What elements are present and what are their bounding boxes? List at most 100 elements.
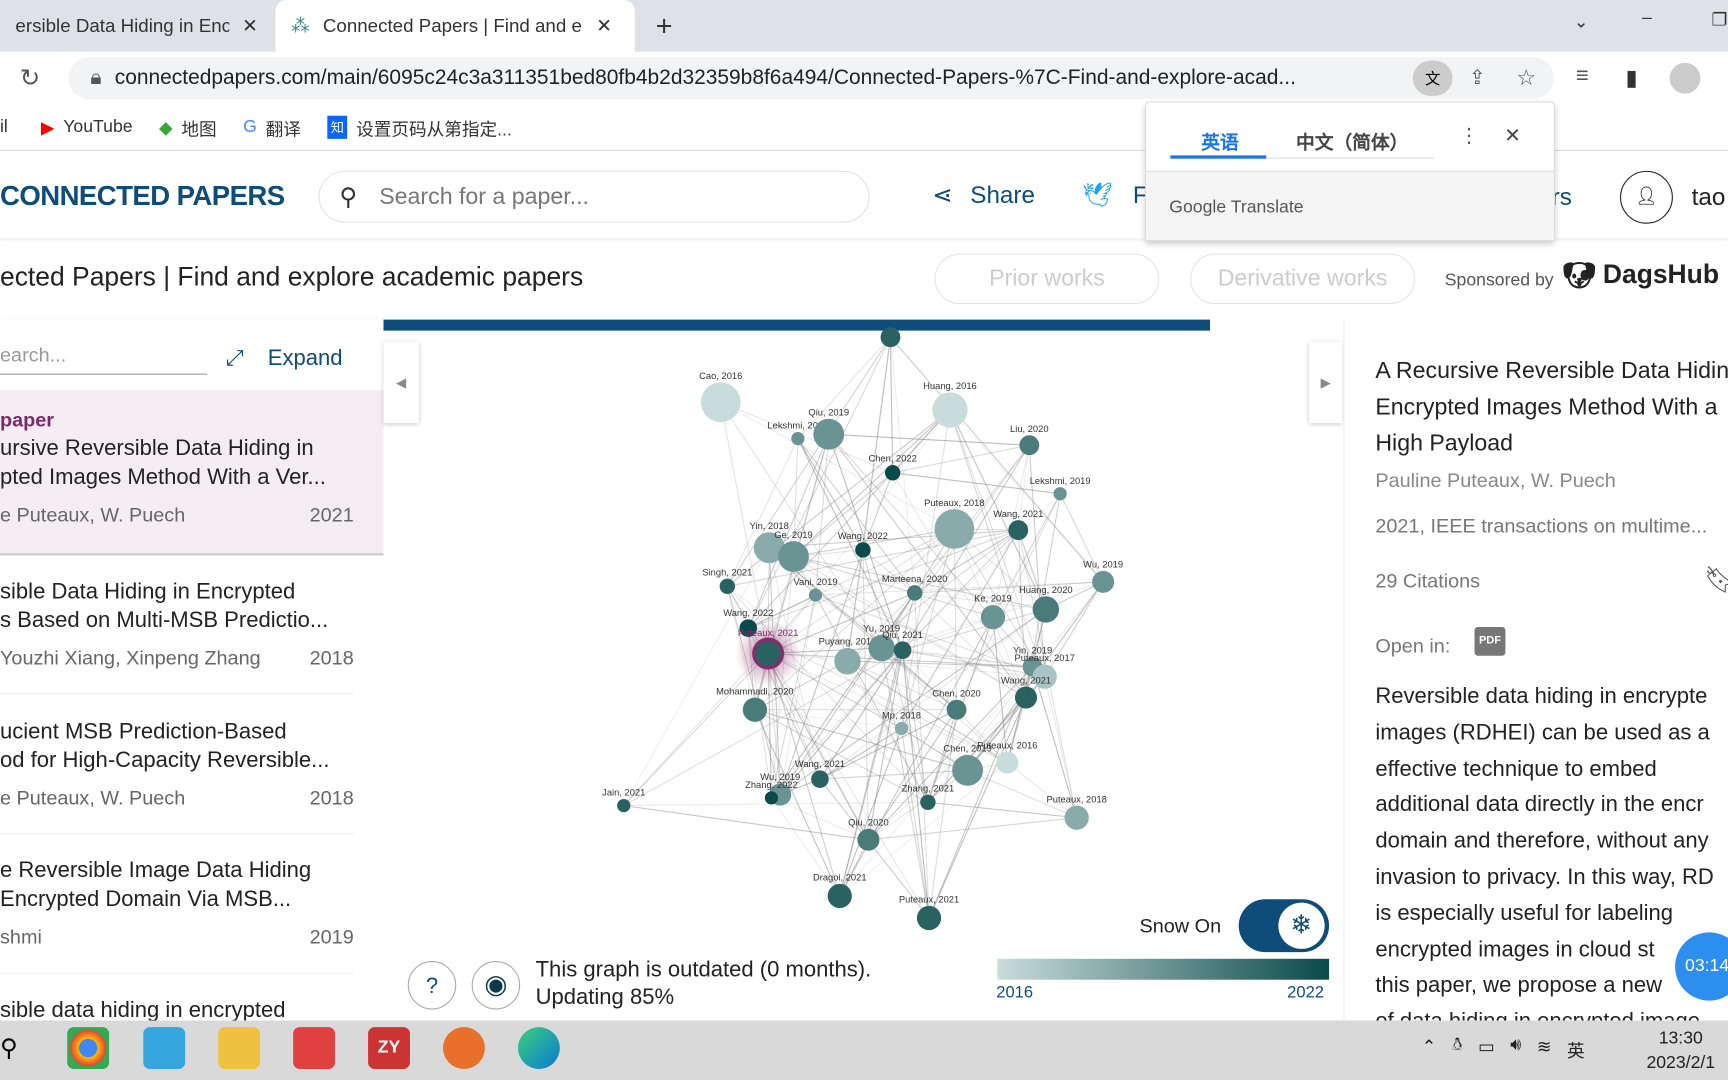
dagshub-link[interactable]: 🐶︎ DagsHub: [1563, 260, 1719, 292]
node-circle[interactable]: [742, 697, 768, 722]
help-button[interactable]: ?: [407, 960, 457, 1010]
graph-node[interactable]: Cao, 2016: [699, 371, 742, 423]
node-circle[interactable]: [1053, 487, 1067, 501]
node-circle[interactable]: [834, 647, 861, 675]
user-name[interactable]: tao: [1692, 183, 1726, 212]
node-circle[interactable]: [617, 798, 631, 813]
list-search-input[interactable]: earch...: [0, 344, 208, 375]
paper-search-input[interactable]: ⚲ Search for a paper...: [318, 170, 870, 223]
new-tab-button[interactable]: +: [656, 9, 673, 43]
expand-button[interactable]: ⤢ Expand: [226, 346, 343, 371]
close-icon[interactable]: ✕: [1504, 125, 1521, 148]
graph-node[interactable]: Lekshmi, 2019: [1030, 476, 1091, 501]
node-circle[interactable]: [1008, 520, 1029, 540]
clock[interactable]: 13:30 2023/2/1: [1646, 1027, 1715, 1075]
snow-toggle[interactable]: ❄: [1238, 899, 1330, 953]
graph-node[interactable]: Chen, 2022: [868, 454, 917, 481]
graph-panel[interactable]: ◀ ▶ Cao, 2016 Huang, 2016 Lekshmi, 2019 Qiu…: [383, 319, 1343, 1021]
node-circle[interactable]: [906, 585, 923, 601]
graph-node[interactable]: Huang, 2016: [923, 381, 977, 428]
node-circle[interactable]: [1014, 686, 1038, 709]
bookmark-star-icon[interactable]: ☆: [1516, 64, 1536, 92]
list-item[interactable]: sible Data Hiding in Encrypted s Based on…: [0, 577, 384, 672]
user-icon[interactable]: 👤︎: [1619, 170, 1673, 224]
tab-chinese[interactable]: 中文（简体）: [1296, 127, 1408, 155]
node-circle[interactable]: [1064, 805, 1089, 830]
graph-node[interactable]: Puteaux, 2021: [735, 620, 802, 687]
chevron-up-icon[interactable]: ⌃: [1422, 1036, 1437, 1062]
node-circle[interactable]: [752, 637, 785, 670]
translate-icon[interactable]: 文: [1412, 60, 1453, 96]
chrome-icon[interactable]: [67, 1027, 110, 1069]
recenter-icon[interactable]: ◉: [471, 960, 521, 1010]
more-options-icon[interactable]: ⋮: [1459, 125, 1479, 148]
node-circle[interactable]: [932, 392, 968, 428]
graph-node[interactable]: Huang, 2020: [1019, 585, 1073, 623]
tab-rdh[interactable]: ersible Data Hiding in Encr ✕: [0, 0, 273, 52]
raccoon-app-icon[interactable]: [443, 1027, 485, 1069]
graph-node[interactable]: Puteaux, 2021: [899, 895, 959, 931]
tab-search-icon[interactable]: ⌄: [1574, 11, 1589, 33]
node-circle[interactable]: [1019, 435, 1040, 456]
prior-works-button[interactable]: Prior works: [934, 253, 1160, 305]
reading-list-icon[interactable]: ≡: [1576, 64, 1589, 89]
node-circle[interactable]: [893, 641, 912, 660]
bookmark-icon[interactable]: 🔖︎: [1704, 564, 1728, 596]
app-icon[interactable]: [143, 1027, 186, 1069]
node-circle[interactable]: [1032, 596, 1060, 623]
node-circle[interactable]: [855, 542, 871, 558]
list-item[interactable]: paper ursive Reversible Data Hiding in pt…: [0, 406, 384, 529]
graph-node[interactable]: Mohammadi, 2020: [716, 686, 794, 722]
graph-node[interactable]: Wang, 2022: [838, 531, 888, 558]
tab-connected-papers[interactable]: ⁂ Connected Papers | Find and e ✕: [275, 0, 635, 52]
minimize-button[interactable]: –: [1642, 9, 1652, 29]
edge-icon[interactable]: [517, 1027, 560, 1069]
ime-indicator[interactable]: 英: [1567, 1036, 1585, 1062]
graph-node[interactable]: [880, 327, 901, 348]
node-circle[interactable]: [1092, 570, 1115, 593]
node-circle[interactable]: [778, 541, 809, 572]
reload-icon[interactable]: ↻: [20, 64, 40, 93]
detail-authors[interactable]: Pauline Puteaux, W. Puech: [1375, 469, 1615, 492]
graph-node[interactable]: Wu, 2019: [1083, 560, 1123, 593]
qq-icon[interactable]: 🐧︎: [1452, 1036, 1463, 1062]
node-circle[interactable]: [952, 754, 984, 786]
tab-english[interactable]: 英语: [1201, 127, 1238, 155]
list-item[interactable]: ucient MSB Prediction-Based od for High-C…: [0, 717, 384, 812]
node-circle[interactable]: [946, 699, 967, 720]
node-circle[interactable]: [700, 382, 741, 423]
graph-node[interactable]: Qiu, 2019: [808, 407, 849, 450]
graph-node[interactable]: Liu, 2020: [1010, 424, 1049, 456]
node-circle[interactable]: [811, 770, 829, 788]
url-field[interactable]: 🔒︎ connectedpapers.com/main/6095c24c3a311…: [68, 57, 1554, 100]
node-circle[interactable]: [916, 905, 942, 931]
follow-button[interactable]: 🕊︎ F: [1082, 181, 1147, 210]
bookmark-maps[interactable]: 地图: [181, 114, 216, 140]
bookmark-mail[interactable]: il: [0, 117, 8, 137]
list-item[interactable]: e Reversible Image Data Hiding Encrypted …: [0, 856, 384, 951]
volume-icon[interactable]: 🔊︎: [1510, 1036, 1521, 1062]
share-button[interactable]: ⋖ Share: [932, 181, 1035, 210]
profile-avatar[interactable]: [1669, 62, 1701, 94]
file-explorer-icon[interactable]: [218, 1027, 261, 1069]
node-circle[interactable]: [764, 791, 779, 805]
search-icon[interactable]: ⚲: [0, 1034, 18, 1063]
node-circle[interactable]: [827, 883, 852, 909]
node-circle[interactable]: [857, 828, 880, 851]
wifi-icon[interactable]: ≋: [1537, 1036, 1552, 1062]
graph-node[interactable]: Dragoi, 2021: [813, 873, 867, 909]
derivative-works-button[interactable]: Derivative works: [1190, 253, 1416, 305]
node-circle[interactable]: [934, 509, 975, 549]
node-circle[interactable]: [719, 578, 736, 594]
node-circle[interactable]: [880, 327, 901, 348]
battery-icon[interactable]: ▭: [1478, 1036, 1495, 1062]
node-circle[interactable]: [996, 751, 1019, 774]
logo[interactable]: CONNECTED PAPERS: [0, 181, 285, 213]
restore-button[interactable]: ❐: [1711, 9, 1727, 31]
bookmark-translate[interactable]: 翻译: [266, 114, 301, 140]
graph-node[interactable]: Puteaux, 2018: [1047, 794, 1107, 830]
close-icon[interactable]: ✕: [242, 15, 258, 37]
node-circle[interactable]: [791, 431, 805, 446]
node-circle[interactable]: [920, 794, 936, 810]
node-circle[interactable]: [808, 588, 823, 602]
